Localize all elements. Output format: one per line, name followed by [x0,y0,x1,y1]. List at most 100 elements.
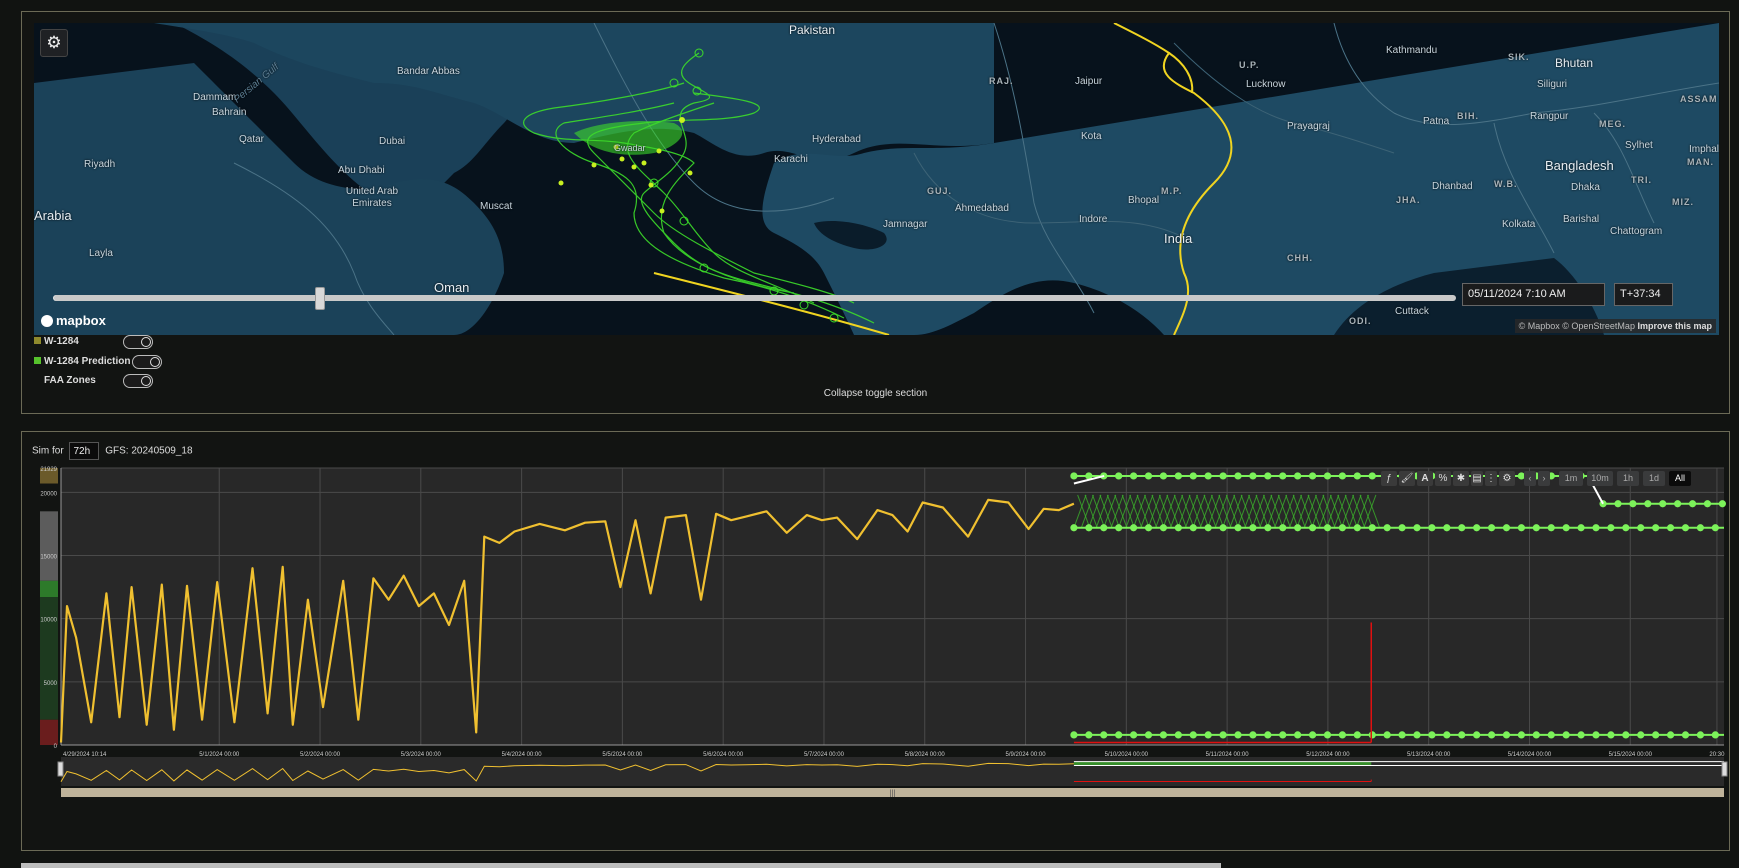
map-label-muscat: Muscat [480,201,513,212]
map-label-bhopal: Bhopal [1128,195,1160,206]
map-label-dhanbad: Dhanbad [1432,181,1473,192]
prediction-marker [1308,524,1317,532]
prediction-marker [1659,500,1667,508]
prediction-marker [1688,500,1697,508]
map-label-jaipur: Jaipur [1075,76,1103,87]
altitude-band-gray [40,511,58,581]
prediction-marker [1279,472,1287,480]
map-label-kathmandu: Kathmandu [1386,45,1438,56]
prediction-marker [1637,731,1645,739]
improve-map-link[interactable]: Improve this map [1637,321,1712,331]
formula-tool-icon[interactable]: ƒ [1381,471,1397,486]
chevron-left-icon[interactable]: ‹ [1524,471,1536,486]
map-panel: Pakistan Bandar Abbas Dammam Bahrain Qat… [21,11,1730,414]
chevron-right-icon[interactable]: › [1538,471,1550,486]
map-label-meg: MEG. [1599,119,1627,129]
more-tool-icon[interactable]: ⋮ [1485,471,1497,486]
prediction-marker [1622,731,1630,739]
prediction-marker [1264,731,1272,739]
text-tool-icon[interactable]: A [1417,471,1433,486]
prediction-marker [1428,731,1436,739]
prediction-marker [1368,472,1376,480]
prediction-marker [1144,524,1153,532]
prediction-marker [1443,731,1451,739]
prediction-marker [1622,524,1630,532]
prediction-marker [1562,524,1570,532]
plot-background [61,468,1724,745]
prediction-marker [1204,472,1212,480]
mapbox-logo-icon [41,315,53,327]
prediction-marker [1189,472,1197,480]
bottom-scroll-strip [21,863,1221,868]
prediction-marker [1383,731,1391,739]
map-label-kota: Kota [1081,131,1102,142]
prediction-marker [1115,524,1123,532]
prediction-marker [1070,472,1078,480]
prediction-marker [1607,731,1615,739]
map-settings-gear-icon[interactable]: ⚙ [40,29,68,57]
collapse-toggle-section-link[interactable]: Collapse toggle section [22,388,1729,399]
prediction-marker [1517,731,1526,739]
prediction-marker [1711,731,1719,739]
prediction-marker [1428,524,1436,532]
prediction-marker [1189,524,1197,532]
prediction-marker [1189,731,1197,739]
prediction-marker [1234,472,1242,480]
prediction-marker [1562,731,1570,739]
prediction-marker [1681,731,1690,739]
prediction-marker [1458,731,1466,739]
prediction-marker [1085,731,1093,739]
map-label-raj: RAJ. [989,76,1014,86]
prediction-marker [1323,524,1332,532]
layer-toggle-w1284[interactable] [123,335,153,349]
toggle-knob [150,357,160,367]
map-label-indore: Indore [1079,214,1108,225]
map-label-abu-dhabi: Abu Dhabi [338,165,385,176]
prediction-marker [1264,472,1272,480]
map-label-imphal: Imphal [1689,144,1719,155]
crosshair-tool-icon[interactable]: ✱ [1453,471,1469,486]
prediction-marker [1696,524,1705,532]
prediction-marker [1703,500,1712,508]
prediction-marker [1174,524,1182,532]
prediction-marker [1517,524,1526,532]
zoom-10m-button[interactable]: 10m [1587,471,1613,486]
zoom-1m-button[interactable]: 1m [1559,471,1583,486]
prediction-marker [1129,472,1138,480]
map-label-sylhet: Sylhet [1625,140,1653,151]
map-label-ahmedabad: Ahmedabad [955,203,1009,214]
map-label-dammam: Dammam [193,92,237,103]
prediction-marker [1100,524,1108,532]
prediction-marker [1353,524,1361,532]
map-label-arabia: Arabia [34,208,72,223]
prediction-marker [1398,731,1406,739]
y-tick-label: 5000 [44,681,58,687]
timeline-slider-track[interactable] [54,295,1456,301]
zoom-all-button[interactable]: All [1669,471,1691,486]
prediction-marker [1666,524,1675,532]
prediction-marker [1294,731,1302,739]
layer-toggle-faa-zones[interactable] [123,374,153,388]
percent-tool-icon[interactable]: % [1435,471,1451,486]
prediction-marker [1279,524,1287,532]
map-label-siliguri: Siliguri [1537,79,1568,90]
map-label-odi: ODI. [1349,316,1372,326]
zoom-1d-button[interactable]: 1d [1643,471,1665,486]
map-label-hyderabad: Hyderabad [812,134,861,145]
prediction-marker [1681,524,1690,532]
time-offset-input[interactable]: T+37:34 [1614,283,1673,306]
map-view[interactable]: Pakistan Bandar Abbas Dammam Bahrain Qat… [34,23,1719,335]
map-label-rangpur: Rangpur [1530,111,1569,122]
map-label-man: MAN. [1687,157,1714,167]
chart-settings-gear-icon[interactable]: ⚙ [1499,471,1515,486]
datetime-input[interactable]: 05/11/2024 7:10 AM [1462,283,1605,306]
altitude-chart[interactable]: 21929200001500010000500004/29/2024 10:14… [38,454,1733,844]
indicator-tool-icon[interactable]: ▤ [1471,471,1483,486]
timeline-slider-handle[interactable] [314,287,325,310]
layer-toggle-w1284-prediction[interactable] [132,355,162,369]
mapbox-logo[interactable]: mapbox [41,313,106,328]
prediction-marker [1308,472,1317,480]
chart-container[interactable]: 21929 20000 15000 10000 5000 0 4/29/2024 10:14… [38,454,1733,844]
zoom-1h-button[interactable]: 1h [1617,471,1639,486]
brush-tool-icon[interactable]: 🖌 [1399,471,1415,486]
